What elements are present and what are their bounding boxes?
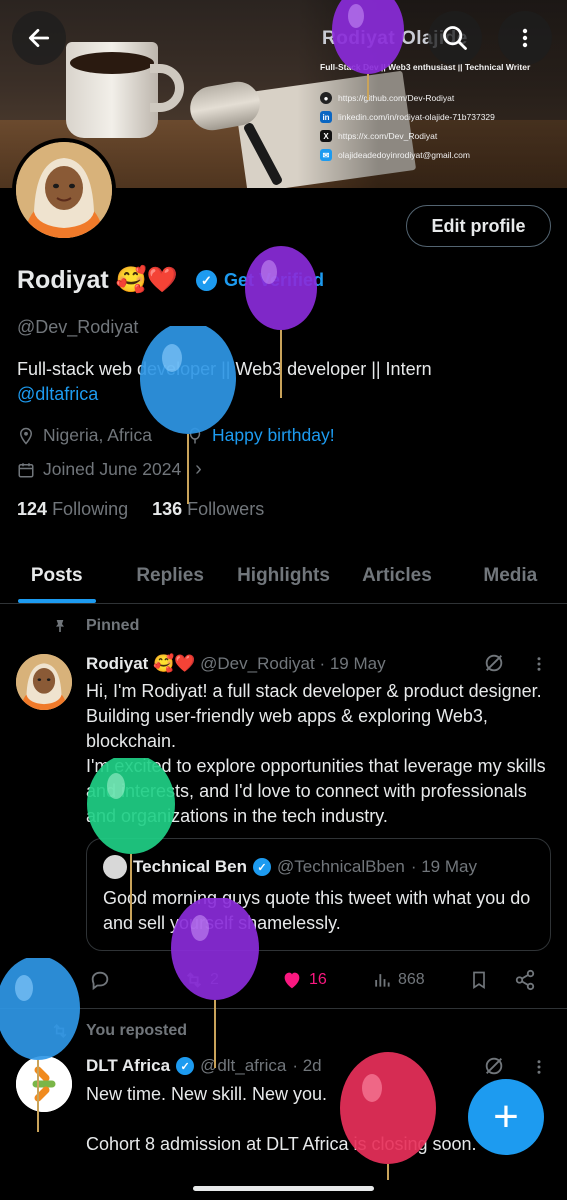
more-vertical-icon[interactable] — [530, 654, 548, 674]
edit-profile-button[interactable]: Edit profile — [406, 205, 551, 247]
x-icon: X — [320, 130, 332, 142]
home-indicator[interactable] — [193, 1186, 374, 1191]
profile-avatar[interactable] — [12, 138, 116, 242]
followers-link[interactable]: 136 Followers — [152, 499, 264, 520]
quote-header: Technical Ben ✓ @TechnicalBben · 19 May — [103, 855, 477, 879]
divider — [0, 1008, 567, 1009]
plus-icon: + — [493, 1092, 519, 1141]
analytics-icon — [375, 974, 390, 987]
profile-stats: 124 Following 136 Followers — [17, 499, 264, 520]
quoted-post[interactable]: Technical Ben ✓ @TechnicalBben · 19 May … — [86, 838, 551, 951]
banner-mug-handle — [150, 64, 184, 112]
like-button[interactable]: 16 — [281, 969, 327, 991]
reposted-label: You reposted — [50, 1021, 187, 1041]
repost-button[interactable]: 2 — [183, 969, 219, 991]
following-link[interactable]: 124 Following — [17, 499, 128, 520]
bookmark-icon[interactable] — [469, 969, 489, 991]
balloon-icon — [189, 427, 201, 443]
post-avatar[interactable] — [16, 1056, 72, 1112]
location-pin-icon — [19, 427, 33, 445]
get-verified-link[interactable]: Get Verified — [224, 270, 324, 291]
dlt-africa-logo — [16, 1056, 72, 1112]
banner-tagline: Full-Stack Dev || Web3 enthusiast || Tec… — [320, 62, 531, 72]
repost-icon — [53, 1023, 67, 1039]
grok-icon[interactable] — [483, 652, 505, 674]
profile-joined[interactable]: Joined June 2024 › — [17, 458, 202, 481]
linkedin-icon: in — [320, 111, 332, 123]
verified-badge-icon: ✓ — [196, 270, 217, 291]
search-icon — [443, 26, 467, 50]
banner-coffee — [70, 52, 154, 74]
quote-avatar — [103, 855, 127, 879]
search-button[interactable] — [428, 11, 482, 65]
profile-tabs: Posts Replies Highlights Articles Media — [0, 548, 567, 604]
verified-badge-icon: ✓ — [176, 1057, 195, 1075]
avatar-illustration — [16, 654, 72, 710]
post-header: Rodiyat 🥰❤️ @Dev_Rodiyat · 19 May — [86, 654, 386, 673]
mail-icon: ✉ — [320, 149, 332, 161]
banner-link-mail: ✉ olajideadedoyinrodiyat@gmail.com — [320, 148, 470, 162]
tab-articles[interactable]: Articles — [340, 548, 453, 603]
github-icon: ● — [320, 92, 332, 104]
banner-link-github: ● https://github.com/Dev-Rodiyat — [320, 91, 454, 105]
more-vertical-icon — [522, 28, 528, 48]
post-text: Hi, I'm Rodiyat! a full stack developer … — [86, 681, 546, 826]
tab-highlights[interactable]: Highlights — [227, 548, 340, 603]
more-options-button[interactable] — [498, 11, 552, 65]
arrow-left-icon — [28, 29, 50, 47]
quote-text: Good morning guys quote this tweet with … — [103, 888, 531, 933]
post-actions: 2 16 868 — [89, 968, 549, 992]
avatar-illustration — [16, 142, 112, 238]
tab-media[interactable]: Media — [454, 548, 567, 603]
profile-name: Rodiyat 🥰❤️ — [17, 266, 178, 294]
share-icon[interactable] — [514, 969, 536, 991]
calendar-icon — [18, 462, 34, 477]
profile-birthday: Happy birthday! — [186, 425, 335, 446]
banner-link-linkedin: in linkedin.com/in/rodiyat-olajide-71b73… — [320, 110, 495, 124]
tab-replies[interactable]: Replies — [113, 548, 226, 603]
post-avatar[interactable] — [16, 654, 72, 710]
profile-handle: @Dev_Rodiyat — [17, 317, 139, 337]
compose-button[interactable]: + — [468, 1079, 544, 1155]
profile-bio: Full-stack web developer || Web3 develop… — [17, 359, 432, 404]
post-header: DLT Africa ✓ @dlt_africa · 2d — [86, 1056, 322, 1075]
grok-icon[interactable] — [483, 1055, 505, 1077]
profile-location: Nigeria, Africa — [17, 425, 152, 446]
heart-filled-icon — [284, 972, 300, 989]
pinned-label: Pinned — [52, 617, 139, 635]
tab-posts[interactable]: Posts — [0, 548, 113, 603]
views-button[interactable]: 868 — [372, 970, 425, 990]
more-vertical-icon[interactable] — [530, 1057, 548, 1077]
reply-icon[interactable] — [89, 969, 111, 991]
back-button[interactable] — [12, 11, 66, 65]
banner-link-x: X https://x.com/Dev_Rodiyat — [320, 129, 437, 143]
repost-icon — [186, 972, 202, 988]
bio-mention-link[interactable]: @dltafrica — [17, 384, 98, 404]
verified-badge-icon: ✓ — [253, 858, 271, 876]
pin-icon — [56, 620, 64, 632]
chevron-right-icon: › — [195, 458, 202, 480]
